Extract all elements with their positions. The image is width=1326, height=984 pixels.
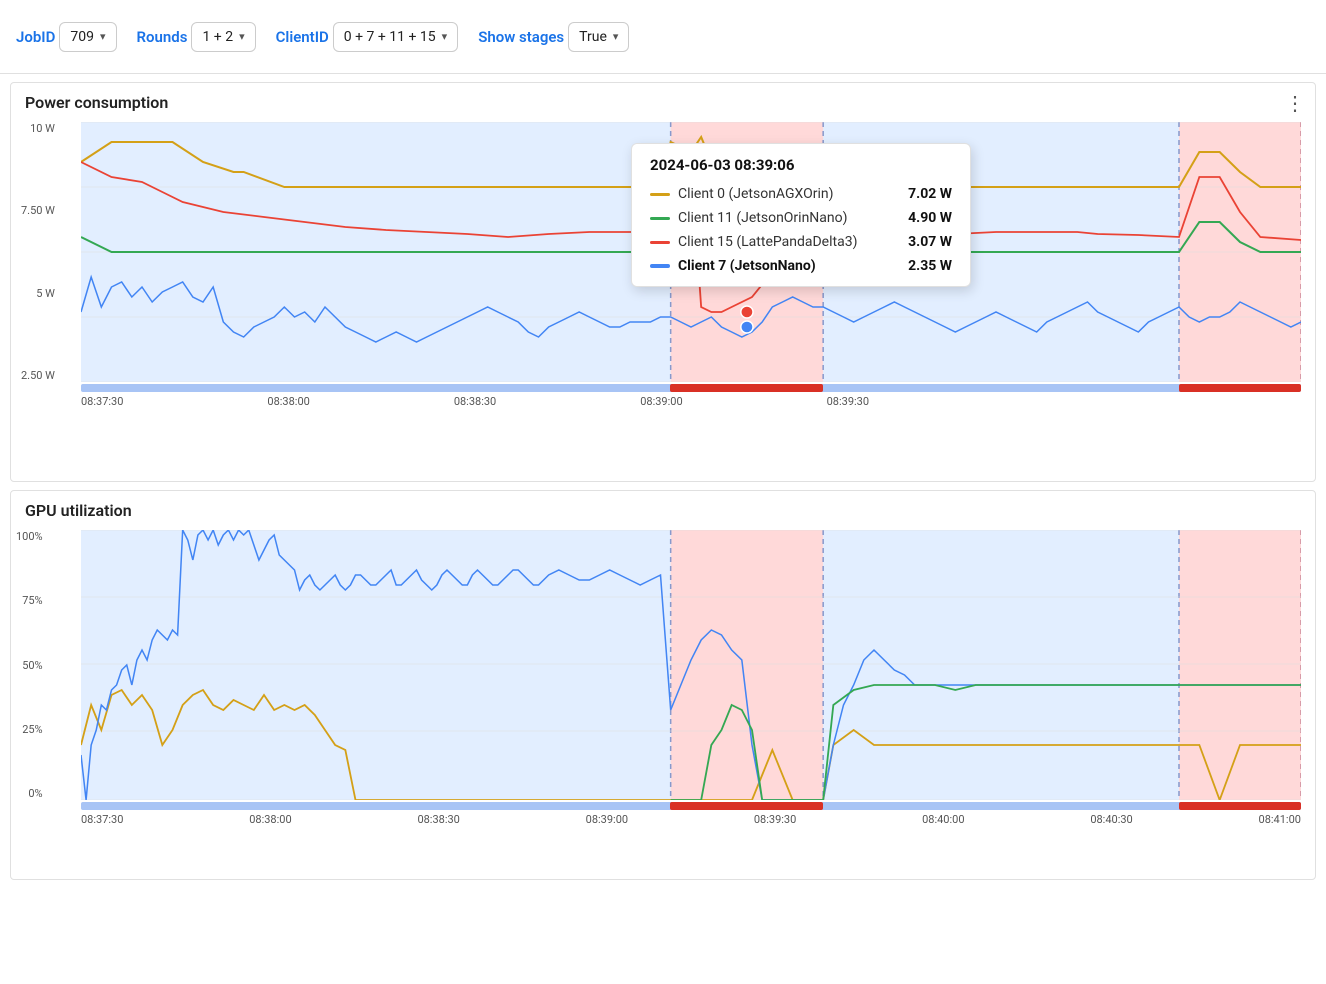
- chart-tooltip: 2024-06-03 08:39:06 Client 0 (JetsonAGXO…: [631, 143, 971, 287]
- tooltip-client7-name: Client 7 (JetsonNano): [678, 258, 896, 274]
- tooltip-line-client15: [650, 241, 670, 244]
- gpu-timeline-red-segment2: [1179, 802, 1301, 810]
- clientid-chevron-icon: ▾: [442, 30, 448, 43]
- power-x-axis: 08:37:30 08:38:00 08:38:30 08:39:00 08:3…: [81, 392, 1301, 408]
- y-axis-label-gpu: 25%: [16, 723, 47, 736]
- rounds-value: 1 + 2: [202, 29, 233, 45]
- y-axis-label: 7.50 W: [21, 204, 59, 217]
- x-label: 08:41:00: [1259, 813, 1301, 826]
- tooltip-row-client15: Client 15 (LattePandaDelta3) 3.07 W: [650, 234, 952, 250]
- gpu-chart-panel: GPU utilization 100% 75% 50% 25% 0%: [10, 490, 1316, 880]
- showstages-value: True: [579, 29, 607, 45]
- y-axis-label: 2.50 W: [21, 369, 59, 382]
- power-timeline-red-segment2: [1179, 384, 1301, 392]
- more-options-icon[interactable]: ⋮: [1285, 91, 1305, 115]
- y-axis-label-gpu: 50%: [16, 659, 47, 672]
- rounds-chevron-icon: ▾: [239, 30, 245, 43]
- x-label: 08:37:30: [81, 813, 123, 826]
- x-label: 08:37:30: [81, 395, 123, 408]
- gpu-chart-title: GPU utilization: [11, 491, 1315, 524]
- tooltip-row-client11: Client 11 (JetsonOrinNano) 4.90 W: [650, 210, 952, 226]
- tooltip-line-client11: [650, 217, 670, 220]
- gpu-timeline-red-segment: [670, 802, 823, 810]
- tooltip-client15-name: Client 15 (LattePandaDelta3): [678, 234, 896, 250]
- power-timeline-red-segment: [670, 384, 823, 392]
- tooltip-time: 2024-06-03 08:39:06: [650, 156, 952, 174]
- rounds-dropdown[interactable]: 1 + 2 ▾: [191, 22, 255, 52]
- tooltip-client0-name: Client 0 (JetsonAGXOrin): [678, 186, 896, 202]
- x-label: 08:38:30: [454, 395, 496, 408]
- x-label: 08:38:00: [249, 813, 291, 826]
- y-axis-label-gpu: 0%: [16, 787, 47, 800]
- jobid-label: JobID: [16, 28, 55, 46]
- power-chart-panel: Power consumption ⋮ 10 W 7.50 W 5 W 2.50…: [10, 82, 1316, 482]
- x-label: 08:38:30: [417, 813, 459, 826]
- tooltip-row-client7: Client 7 (JetsonNano) 2.35 W: [650, 258, 952, 274]
- tooltip-client15-value: 3.07 W: [908, 234, 952, 250]
- tooltip-client7-value: 2.35 W: [908, 258, 952, 274]
- power-chart-title: Power consumption: [11, 83, 1315, 116]
- showstages-label: Show stages: [478, 28, 564, 46]
- rounds-label: Rounds: [137, 28, 188, 46]
- x-label: 08:39:30: [827, 395, 869, 408]
- y-axis-label: 5 W: [21, 287, 59, 300]
- x-label: 08:39:00: [640, 395, 682, 408]
- jobid-value: 709: [70, 29, 94, 45]
- x-label: 08:39:30: [754, 813, 796, 826]
- x-label: 08:39:00: [586, 813, 628, 826]
- x-label: 08:40:00: [922, 813, 964, 826]
- tooltip-line-client7: [650, 264, 670, 268]
- gpu-chart-svg: [81, 530, 1301, 800]
- x-label: 08:40:30: [1090, 813, 1132, 826]
- showstages-chevron-icon: ▾: [613, 30, 619, 43]
- y-axis-label: 10 W: [21, 122, 59, 135]
- clientid-value: 0 + 7 + 11 + 15: [344, 29, 436, 45]
- jobid-dropdown[interactable]: 709 ▾: [59, 22, 116, 52]
- x-label: 08:38:00: [267, 395, 309, 408]
- tooltip-client11-name: Client 11 (JetsonOrinNano): [678, 210, 896, 226]
- clientid-label: ClientID: [276, 28, 329, 46]
- y-axis-label-gpu: 100%: [16, 530, 47, 543]
- tooltip-client0-value: 7.02 W: [908, 186, 952, 202]
- top-bar: JobID 709 ▾ Rounds 1 + 2 ▾ ClientID 0 + …: [0, 0, 1326, 74]
- gpu-x-axis: 08:37:30 08:38:00 08:38:30 08:39:00 08:3…: [81, 810, 1301, 826]
- power-timeline-bar: [81, 384, 1301, 392]
- tooltip-row-client0: Client 0 (JetsonAGXOrin) 7.02 W: [650, 186, 952, 202]
- showstages-dropdown[interactable]: True ▾: [568, 22, 629, 52]
- jobid-chevron-icon: ▾: [100, 30, 106, 43]
- tooltip-client11-value: 4.90 W: [908, 210, 952, 226]
- clientid-dropdown[interactable]: 0 + 7 + 11 + 15 ▾: [333, 22, 458, 52]
- gpu-timeline-bar: [81, 802, 1301, 810]
- y-axis-label-gpu: 75%: [16, 594, 47, 607]
- tooltip-line-client0: [650, 193, 670, 196]
